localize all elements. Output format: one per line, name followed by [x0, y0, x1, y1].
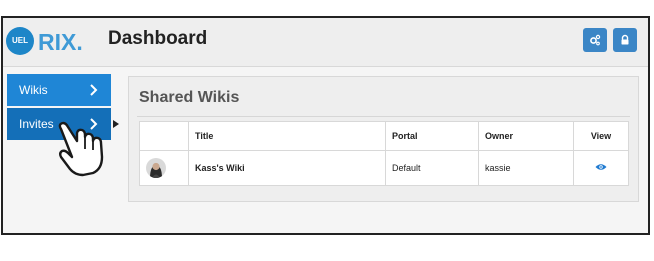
- sidebar-item-wikis[interactable]: Wikis: [7, 74, 111, 106]
- portal-cell: Default: [385, 150, 479, 186]
- column-header-portal: Portal: [385, 121, 479, 151]
- column-header-owner: Owner: [478, 121, 574, 151]
- svg-text:RIX.: RIX.: [38, 29, 83, 55]
- hand-pointer-icon: [58, 121, 104, 177]
- table-header-row: Title Portal Owner View: [139, 121, 629, 151]
- settings-button[interactable]: [583, 28, 607, 52]
- shared-wikis-panel: Shared Wikis Title Portal Owner View Kas…: [128, 76, 639, 202]
- lock-button[interactable]: [613, 28, 637, 52]
- shared-wikis-table: Title Portal Owner View Kass's Wiki Defa…: [139, 121, 629, 186]
- panel-title: Shared Wikis: [139, 89, 240, 106]
- eye-icon[interactable]: [595, 163, 607, 171]
- lock-icon: [621, 34, 629, 45]
- column-header-view: View: [573, 121, 629, 151]
- divider: [137, 116, 630, 117]
- column-header-avatar: [139, 121, 189, 151]
- avatar: [146, 158, 166, 178]
- sidebar-item-label: Wikis: [19, 83, 48, 97]
- wiki-title-cell[interactable]: Kass's Wiki: [188, 150, 386, 186]
- page-title: Dashboard: [108, 28, 208, 49]
- table-row: Kass's Wiki Default kassie: [139, 150, 629, 186]
- top-bar: UEL RIX. Dashboard: [3, 18, 648, 67]
- active-pointer-marker: [113, 120, 119, 128]
- uel-rix-logo: UEL RIX.: [6, 27, 83, 55]
- owner-avatar-cell: [139, 150, 189, 186]
- column-header-title: Title: [188, 121, 386, 151]
- view-cell: [573, 150, 629, 186]
- svg-text:UEL: UEL: [12, 36, 28, 45]
- chevron-right-icon: [90, 84, 98, 96]
- sidebar-item-label: Invites: [19, 117, 54, 131]
- app-window: UEL RIX. Dashboard Wikis Invites Shared …: [1, 16, 650, 235]
- gears-icon: [590, 34, 601, 46]
- owner-cell: kassie: [478, 150, 574, 186]
